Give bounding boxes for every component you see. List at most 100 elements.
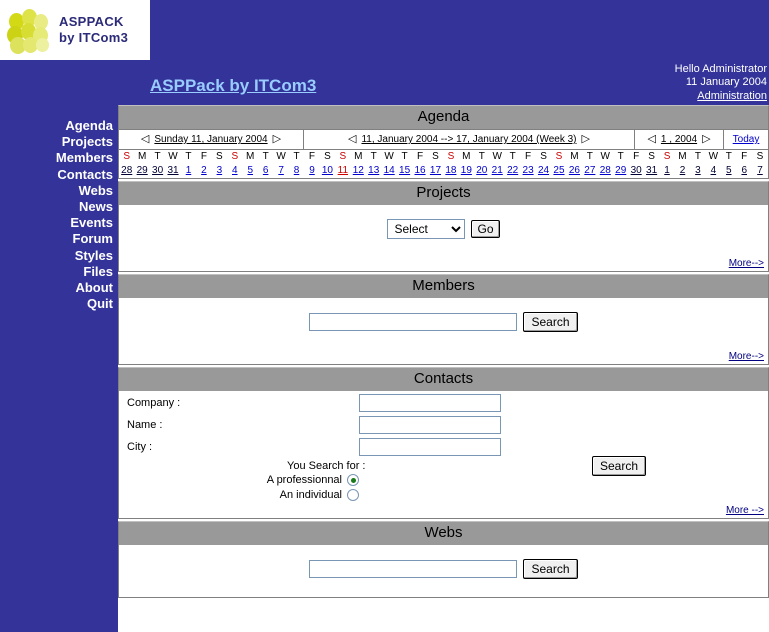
calendar-day-link[interactable]: 7 <box>278 165 284 176</box>
contacts-name-label: Name : <box>127 419 163 431</box>
contacts-professional-row: A professionnal <box>119 474 768 486</box>
calendar-dow-cell: W <box>600 151 610 162</box>
calendar-day-link[interactable]: 18 <box>445 165 456 176</box>
contacts-city-input[interactable] <box>359 438 501 456</box>
calendar-day-link[interactable]: 8 <box>294 165 300 176</box>
project-select[interactable]: Select <box>387 219 466 239</box>
sidebar-item-styles[interactable]: Styles <box>0 248 118 264</box>
calendar-dow-cell: T <box>725 151 732 162</box>
members-search-button[interactable]: Search <box>523 312 578 332</box>
calendar-day-link[interactable]: 30 <box>631 165 642 176</box>
prev-year-icon[interactable]: ◁ <box>647 134 655 145</box>
sidebar-item-webs[interactable]: Webs <box>0 183 118 199</box>
calendar-day-link[interactable]: 23 <box>523 165 534 176</box>
calendar-dow-cell: W <box>708 151 719 162</box>
calendar-day-link[interactable]: 27 <box>584 165 595 176</box>
calendar-day-link[interactable]: 9 <box>309 165 315 176</box>
calendar-day-link[interactable]: 25 <box>553 165 564 176</box>
calendar-day-link[interactable]: 2 <box>201 165 207 176</box>
calendar-day-link[interactable]: 26 <box>569 165 580 176</box>
calendar-day-cell: 6 <box>258 164 273 178</box>
calendar-day-link[interactable]: 31 <box>167 165 178 176</box>
members-search-input[interactable] <box>309 313 518 331</box>
members-controls: Search <box>119 298 768 350</box>
contacts-individual-radio[interactable] <box>347 489 359 501</box>
calendar-day-link[interactable]: 15 <box>399 165 410 176</box>
webs-search-button[interactable]: Search <box>523 559 578 579</box>
contacts-more-link[interactable]: More --> <box>726 505 764 516</box>
calendar-day-link[interactable]: 5 <box>247 165 253 176</box>
current-year-label[interactable]: 1 , 2004 <box>661 134 697 145</box>
calendar-day-link[interactable]: 4 <box>711 165 717 176</box>
calendar-day-link[interactable]: 4 <box>232 165 238 176</box>
calendar-day-link[interactable]: 19 <box>461 165 472 176</box>
sidebar-item-members[interactable]: Members <box>0 150 118 166</box>
sidebar-item-quit[interactable]: Quit <box>0 296 118 312</box>
project-go-button[interactable]: Go <box>471 220 500 238</box>
calendar-day-link[interactable]: 3 <box>695 165 701 176</box>
calendar-day-link[interactable]: 14 <box>384 165 395 176</box>
prev-week-icon[interactable]: ◁ <box>348 134 356 145</box>
calendar-day-link[interactable]: 5 <box>726 165 732 176</box>
logo-wordmark: ASPPACK by ITCom3 <box>59 14 128 46</box>
calendar-dow-row: SMTWTFSSMTWTFSSMTWTFSSMTWTFSSMTWTFSSMTWT… <box>119 150 768 164</box>
calendar-day-link[interactable]: 30 <box>152 165 163 176</box>
calendar-day-link[interactable]: 1 <box>664 165 670 176</box>
calendar-dow-cell: S <box>216 151 223 162</box>
contacts-name-input[interactable] <box>359 416 501 434</box>
next-year-icon[interactable]: ▷ <box>702 134 710 145</box>
calendar-day-link[interactable]: 17 <box>430 165 441 176</box>
sidebar-item-projects[interactable]: Projects <box>0 134 118 150</box>
members-more-row: More--> <box>119 350 768 364</box>
calendar-day-link[interactable]: 6 <box>741 165 747 176</box>
sidebar-item-agenda[interactable]: Agenda <box>0 118 118 134</box>
projects-more-link[interactable]: More--> <box>729 258 764 269</box>
today-link[interactable]: Today <box>733 134 760 145</box>
calendar-dow-cell: S <box>123 151 131 162</box>
contacts-company-input[interactable] <box>359 394 501 412</box>
calendar-day-link[interactable]: 22 <box>507 165 518 176</box>
current-week-label[interactable]: 11, January 2004 --> 17, January 2004 (W… <box>361 134 576 145</box>
calendar-dow-cell: S <box>324 151 331 162</box>
next-day-icon[interactable]: ▷ <box>273 134 281 145</box>
site-title-link[interactable]: ASPPack by ITCom3 <box>150 76 316 96</box>
calendar-day-link[interactable]: 24 <box>538 165 549 176</box>
webs-search-input[interactable] <box>309 560 518 578</box>
calendar-dow-cell: S <box>540 151 547 162</box>
sidebar-item-events[interactable]: Events <box>0 215 118 231</box>
sidebar-item-news[interactable]: News <box>0 199 118 215</box>
prev-day-icon[interactable]: ◁ <box>141 134 149 145</box>
logo-line-2: by ITCom3 <box>59 30 129 45</box>
calendar-day-link[interactable]: 10 <box>322 165 333 176</box>
sidebar-item-files[interactable]: Files <box>0 264 118 280</box>
year-nav-cell: ◁ 1 , 2004 ▷ <box>635 130 724 149</box>
contacts-professional-radio[interactable] <box>347 474 359 486</box>
calendar-day-link[interactable]: 2 <box>680 165 686 176</box>
calendar-day-link[interactable]: 7 <box>757 165 763 176</box>
sidebar-item-contacts[interactable]: Contacts <box>0 167 118 183</box>
calendar-day-cell: 18 <box>443 164 458 178</box>
calendar-day-link[interactable]: 16 <box>414 165 425 176</box>
calendar-day-link[interactable]: 20 <box>476 165 487 176</box>
calendar-day-link[interactable]: 6 <box>263 165 269 176</box>
calendar-day-cell: 12 <box>351 164 366 178</box>
current-day-label[interactable]: Sunday 11, January 2004 <box>154 134 267 145</box>
calendar-day-link[interactable]: 31 <box>646 165 657 176</box>
calendar-day-link[interactable]: 3 <box>217 165 223 176</box>
calendar-dow-cell: S <box>756 151 764 162</box>
contacts-search-button[interactable]: Search <box>591 456 646 476</box>
calendar-day-link[interactable]: 29 <box>615 165 626 176</box>
calendar-day-link[interactable]: 13 <box>368 165 379 176</box>
calendar-day-link[interactable]: 21 <box>492 165 503 176</box>
administration-link[interactable]: Administration <box>697 90 767 103</box>
sidebar-item-about[interactable]: About <box>0 280 118 296</box>
calendar-day-link[interactable]: 11 <box>338 165 348 176</box>
calendar-day-link[interactable]: 28 <box>600 165 611 176</box>
calendar-day-link[interactable]: 28 <box>121 165 132 176</box>
calendar-day-link[interactable]: 29 <box>137 165 148 176</box>
members-more-link[interactable]: More--> <box>729 351 764 362</box>
calendar-day-link[interactable]: 12 <box>353 165 364 176</box>
sidebar-item-forum[interactable]: Forum <box>0 231 118 247</box>
calendar-day-link[interactable]: 1 <box>186 165 192 176</box>
next-week-icon[interactable]: ▷ <box>582 134 590 145</box>
